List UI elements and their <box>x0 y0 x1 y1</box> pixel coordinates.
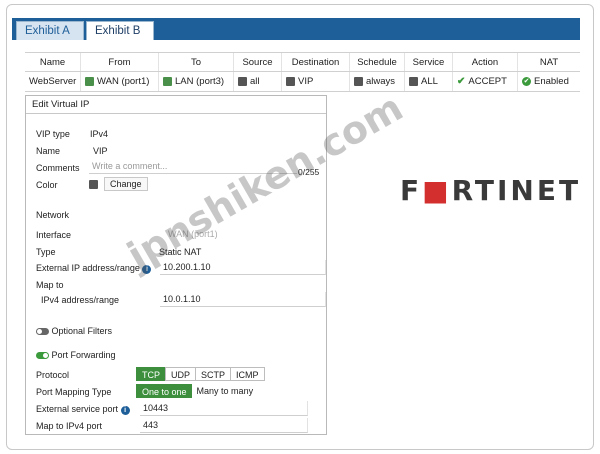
interface-icon <box>85 77 94 86</box>
cell-service-text: ALL <box>421 76 438 87</box>
cell-source: all <box>234 72 282 91</box>
logo-f: F <box>400 174 423 207</box>
logo-rest: RTINET <box>451 174 582 207</box>
cell-action-text: ACCEPT <box>468 76 507 87</box>
col-header-from: From <box>81 53 159 71</box>
optional-filters-toggle[interactable] <box>36 328 49 336</box>
check-circle-icon: ✔ <box>522 77 531 86</box>
address-icon <box>238 77 247 86</box>
col-header-service: Service <box>405 53 453 71</box>
external-ip-label-text: External IP address/range <box>36 263 140 273</box>
color-label: Color <box>36 180 58 190</box>
port-forwarding-label: Port Forwarding <box>51 350 116 360</box>
external-ip-input[interactable]: 10.200.1.10 <box>160 260 326 275</box>
info-icon[interactable]: i <box>120 406 130 415</box>
cell-from-text: WAN (port1) <box>97 76 150 87</box>
col-header-destination: Destination <box>282 53 350 71</box>
schedule-icon <box>354 77 363 86</box>
col-header-name: Name <box>25 53 81 71</box>
protocol-option-icmp[interactable]: ICMP <box>230 367 265 381</box>
type-label: Type <box>36 247 56 257</box>
fortinet-logo: F■RTINET <box>400 174 581 207</box>
col-header-action: Action <box>453 53 518 71</box>
cell-name: WebServer <box>25 72 81 91</box>
cell-nat: ✔ Enabled <box>518 72 580 91</box>
port-forwarding-row[interactable]: Port Forwarding <box>36 350 116 360</box>
external-port-label-text: External service port <box>36 404 119 414</box>
cell-schedule-text: always <box>366 76 396 87</box>
check-icon: ✔ <box>457 76 466 87</box>
tab-exhibit-a[interactable]: Exhibit A <box>16 21 84 40</box>
interface-label: Interface <box>36 230 72 240</box>
cell-action: ✔ ACCEPT <box>453 72 518 91</box>
protocol-option-udp[interactable]: UDP <box>165 367 197 381</box>
port-mapping-selector: One to one Many to many <box>136 384 259 398</box>
cell-to: LAN (port3) <box>159 72 234 91</box>
cell-schedule: always <box>350 72 405 91</box>
protocol-selector: TCP UDP SCTP ICMP <box>136 367 265 381</box>
name-label: Name <box>36 146 61 156</box>
ipv4-range-input[interactable]: 10.0.1.10 <box>160 292 326 307</box>
service-icon <box>409 77 418 86</box>
cell-from: WAN (port1) <box>81 72 159 91</box>
change-color-button[interactable]: Change <box>104 177 148 191</box>
cell-destination: VIP <box>282 72 350 91</box>
name-value: VIP <box>93 146 108 156</box>
vip-type-label: VIP type <box>36 129 70 139</box>
table-row[interactable]: WebServer WAN (port1) LAN (port3) all VI… <box>25 72 580 92</box>
port-mapping-many-to-many[interactable]: Many to many <box>191 384 259 398</box>
external-port-label: External service port i <box>36 404 130 415</box>
protocol-option-tcp[interactable]: TCP <box>136 367 166 381</box>
port-mapping-label: Port Mapping Type <box>36 387 112 397</box>
tab-bar: Exhibit A Exhibit B <box>12 18 580 40</box>
logo-red-block: ■ <box>422 174 452 207</box>
tab-exhibit-b[interactable]: Exhibit B <box>86 21 154 40</box>
policy-table: Name From To Source Destination Schedule… <box>25 52 580 92</box>
cell-to-text: LAN (port3) <box>175 76 225 87</box>
cell-name-text: WebServer <box>29 76 77 87</box>
cell-nat-text: Enabled <box>534 76 569 87</box>
port-mapping-one-to-one[interactable]: One to one <box>136 384 193 398</box>
vip-icon <box>286 77 295 86</box>
map-port-input[interactable]: 443 <box>140 418 308 433</box>
optional-filters-row[interactable]: Optional Filters <box>36 326 112 336</box>
optional-filters-label: Optional Filters <box>51 326 113 336</box>
col-header-nat: NAT <box>539 56 559 68</box>
port-forwarding-toggle[interactable] <box>36 352 49 360</box>
col-header-schedule: Schedule <box>350 53 405 71</box>
col-header-to: To <box>159 53 234 71</box>
ipv4-range-label: IPv4 address/range <box>41 295 120 305</box>
map-to-label: Map to <box>36 280 64 290</box>
col-header-source: Source <box>234 53 282 71</box>
external-port-input[interactable]: 10443 <box>140 401 308 416</box>
panel-title: Edit Virtual IP <box>26 96 326 114</box>
palette-icon <box>89 180 98 189</box>
comments-label: Comments <box>36 163 80 173</box>
cell-source-text: all <box>250 76 260 87</box>
protocol-option-sctp[interactable]: SCTP <box>195 367 232 381</box>
policy-table-header: Name From To Source Destination Schedule… <box>25 52 580 72</box>
map-port-label: Map to IPv4 port <box>36 421 103 431</box>
cell-service: ALL <box>405 72 453 91</box>
protocol-label: Protocol <box>36 370 70 380</box>
cell-destination-text: VIP <box>298 76 314 87</box>
network-heading: Network <box>36 210 70 220</box>
interface-icon <box>163 77 172 86</box>
vip-type-value: IPv4 <box>90 129 109 139</box>
